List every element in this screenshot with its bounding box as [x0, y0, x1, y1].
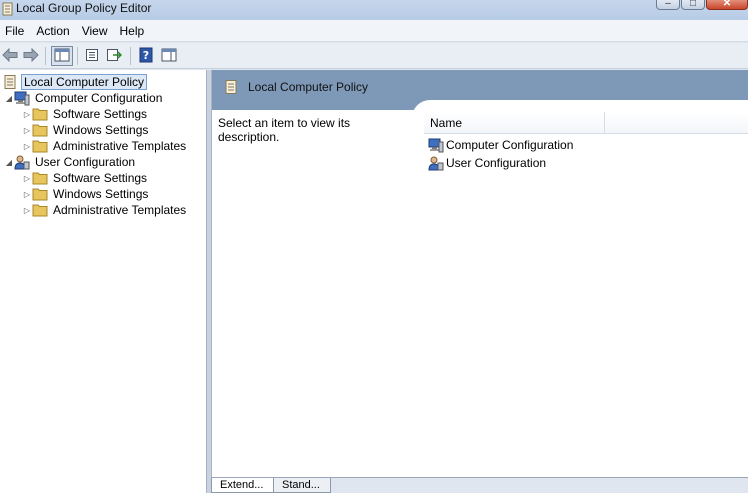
export-list-icon — [106, 48, 123, 65]
user-icon — [14, 154, 30, 170]
export-list-button[interactable] — [104, 46, 124, 66]
item-description: Select an item to view its description. — [218, 116, 351, 144]
tree-item-local-computer-policy[interactable]: Local Computer Policy — [2, 74, 148, 90]
folder-icon — [32, 138, 48, 154]
tree-item-label: Software Settings — [53, 171, 148, 185]
policy-icon — [2, 74, 18, 90]
policy-icon — [224, 79, 238, 98]
tree-item-user-configuration[interactable]: ◢ User Configuration — [4, 154, 137, 170]
tree-item-administrative-templates[interactable]: ▷ Administrative Templates — [22, 202, 188, 218]
expanded-arrow-icon[interactable]: ◢ — [4, 154, 14, 170]
svg-text:?: ? — [143, 49, 149, 62]
tree-item-label: User Configuration — [35, 155, 136, 169]
computer-icon — [14, 90, 30, 106]
forward-button[interactable] — [21, 46, 41, 66]
title-bar: Local Group Policy Editor – □ ✕ — [0, 0, 748, 20]
window-title: Local Group Policy Editor — [16, 1, 152, 15]
console-tree[interactable]: Local Computer Policy ◢ Computer Configu… — [0, 70, 207, 493]
policy-icon — [2, 2, 14, 16]
tree-item-label: Administrative Templates — [53, 139, 187, 153]
column-header-blank — [605, 112, 748, 134]
toolbar-separator — [130, 47, 131, 65]
menu-bar: File Action View Help — [0, 20, 748, 42]
folder-icon — [32, 186, 48, 202]
maximize-icon: □ — [689, 0, 697, 9]
menu-help[interactable]: Help — [114, 21, 151, 41]
show-hide-console-tree-icon — [54, 48, 70, 65]
show-action-pane-button[interactable] — [159, 46, 179, 66]
close-icon: ✕ — [722, 0, 732, 9]
toolbar-separator — [77, 47, 78, 65]
details-header: Local Computer Policy — [212, 70, 748, 120]
show-action-pane-icon — [161, 48, 177, 65]
collapsed-arrow-icon[interactable]: ▷ — [22, 202, 32, 218]
collapsed-arrow-icon[interactable]: ▷ — [22, 122, 32, 138]
tree-item-label: Software Settings — [53, 107, 148, 121]
tab-standard[interactable]: Stand... — [273, 478, 331, 493]
back-arrow-icon — [2, 47, 18, 65]
minimize-button[interactable]: – — [656, 0, 680, 10]
properties-icon — [85, 48, 99, 65]
menu-action[interactable]: Action — [30, 21, 75, 41]
toolbar-separator — [45, 47, 46, 65]
folder-icon — [32, 202, 48, 218]
tree-item-label: Computer Configuration — [35, 91, 163, 105]
close-button[interactable]: ✕ — [706, 0, 748, 10]
tree-item-administrative-templates[interactable]: ▷ Administrative Templates — [22, 138, 188, 154]
collapsed-arrow-icon[interactable]: ▷ — [22, 186, 32, 202]
menu-file[interactable]: File — [0, 21, 30, 41]
folder-icon — [32, 122, 48, 138]
tree-item-label: Local Computer Policy — [21, 74, 148, 90]
details-list[interactable]: Name Computer Configuration User Configu… — [424, 112, 748, 477]
minimize-icon: – — [665, 0, 671, 9]
column-header-name[interactable]: Name — [424, 112, 605, 134]
tree-item-computer-configuration[interactable]: ◢ Computer Configuration — [4, 90, 164, 106]
back-button[interactable] — [0, 46, 20, 66]
tree-item-software-settings[interactable]: ▷ Software Settings — [22, 170, 149, 186]
list-item-label: User Configuration — [446, 156, 547, 170]
details-title: Local Computer Policy — [248, 80, 369, 94]
details-pane: Local Computer Policy Select an item to … — [211, 70, 748, 477]
maximize-button[interactable]: □ — [681, 0, 705, 10]
computer-icon — [428, 137, 444, 153]
list-item-computer-configuration[interactable]: Computer Configuration — [428, 136, 573, 154]
folder-icon — [32, 106, 48, 122]
tree-item-label: Windows Settings — [53, 123, 149, 137]
tree-item-windows-settings[interactable]: ▷ Windows Settings — [22, 122, 150, 138]
menu-view[interactable]: View — [76, 21, 114, 41]
expanded-arrow-icon[interactable]: ◢ — [4, 90, 14, 106]
tree-item-software-settings[interactable]: ▷ Software Settings — [22, 106, 149, 122]
tree-item-windows-settings[interactable]: ▷ Windows Settings — [22, 186, 150, 202]
tree-item-label: Administrative Templates — [53, 203, 187, 217]
collapsed-arrow-icon[interactable]: ▷ — [22, 138, 32, 154]
list-header: Name — [424, 112, 748, 134]
forward-arrow-icon — [23, 47, 39, 65]
collapsed-arrow-icon[interactable]: ▷ — [22, 106, 32, 122]
tab-extended[interactable]: Extend... — [211, 478, 275, 493]
view-tabs: Extend... Stand... — [211, 477, 748, 493]
collapsed-arrow-icon[interactable]: ▷ — [22, 170, 32, 186]
user-icon — [428, 155, 444, 171]
list-item-user-configuration[interactable]: User Configuration — [428, 154, 546, 172]
help-button[interactable]: ? — [136, 46, 156, 66]
list-item-label: Computer Configuration — [446, 138, 574, 152]
folder-icon — [32, 170, 48, 186]
tree-item-label: Windows Settings — [53, 187, 149, 201]
properties-button[interactable] — [82, 46, 102, 66]
show-hide-console-tree-button[interactable] — [51, 46, 73, 66]
toolbar: ? — [0, 43, 748, 69]
help-icon: ? — [139, 47, 153, 66]
